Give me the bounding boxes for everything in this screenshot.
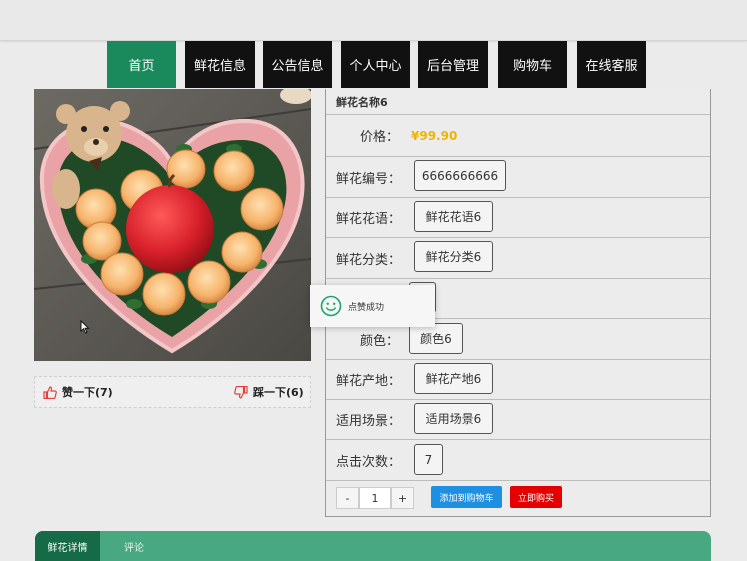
field-label: 鲜花分类： (336, 252, 402, 268)
field-value: 鲜花花语6 (414, 201, 493, 232)
like-count-label: 赞一下(7) (62, 386, 113, 399)
top-header-bar (0, 0, 747, 41)
field-label: 鲜花产地： (336, 374, 402, 389)
quantity-decrease-button[interactable]: - (336, 487, 359, 509)
price-row: 价格： ¥99.90 (326, 115, 710, 157)
nav-admin[interactable]: 后台管理 (418, 41, 488, 88)
field-row-origin: 鲜花产地： 鲜花产地6 (326, 360, 710, 400)
field-label: 点击次数： (336, 454, 402, 470)
field-row-clicks: 点击次数： 7 (326, 440, 710, 481)
main-nav: 首页 鲜花信息 公告信息 个人中心 后台管理 购物车 在线客服 (0, 41, 747, 89)
field-value: 鲜花产地6 (414, 363, 493, 394)
nav-home[interactable]: 首页 (107, 41, 176, 88)
field-label: 适用场景： (336, 414, 402, 429)
field-value: 鲜花分类6 (414, 241, 493, 272)
field-row-scene: 适用场景： 适用场景6 (326, 400, 710, 440)
dislike-button[interactable]: 踩一下(6) (234, 377, 304, 407)
vote-bar: 赞一下(7) 踩一下(6) (34, 376, 311, 408)
price-label: 价格： (360, 130, 400, 145)
field-value: 7 (414, 444, 443, 475)
field-value: 6666666666 (414, 160, 506, 191)
field-row-language: 鲜花花语： 鲜花花语6 (326, 198, 710, 238)
like-button[interactable]: 赞一下(7) (43, 377, 113, 407)
product-name-row: 鲜花名称6 (326, 89, 710, 115)
nav-announcements[interactable]: 公告信息 (263, 41, 332, 88)
product-image (34, 89, 311, 361)
quantity-input[interactable]: 1 (359, 487, 391, 509)
toast-text: 点赞成功 (348, 302, 385, 313)
buy-now-button[interactable]: 立即购买 (510, 486, 562, 508)
thumbs-up-icon (43, 385, 57, 399)
nav-user-center[interactable]: 个人中心 (341, 41, 410, 88)
field-value: 颜色6 (409, 323, 463, 354)
nav-cart[interactable]: 购物车 (498, 41, 567, 88)
product-name: 鲜花名称6 (336, 95, 388, 109)
smile-icon (320, 295, 342, 317)
toast-notification: 点赞成功 (310, 285, 435, 327)
dislike-count-label: 踩一下(6) (253, 386, 304, 399)
nav-flower-info[interactable]: 鲜花信息 (185, 41, 255, 88)
field-row-category: 鲜花分类： 鲜花分类6 (326, 238, 710, 279)
quantity-increase-button[interactable]: + (391, 487, 414, 509)
mouse-cursor-icon (80, 320, 90, 334)
add-to-cart-button[interactable]: 添加到购物车 (431, 486, 502, 508)
flower-heart-box-image (34, 89, 311, 361)
nav-customer-service[interactable]: 在线客服 (577, 41, 646, 88)
purchase-row: - 1 + 添加到购物车 立即购买 (326, 481, 710, 517)
field-label: 鲜花花语： (336, 212, 402, 227)
field-label: 鲜花编号： (336, 171, 402, 187)
thumbs-down-icon (234, 385, 248, 399)
price-value: ¥99.90 (411, 128, 458, 143)
field-row-code: 鲜花编号： 6666666666 (326, 157, 710, 198)
field-value: 适用场景6 (414, 403, 493, 434)
